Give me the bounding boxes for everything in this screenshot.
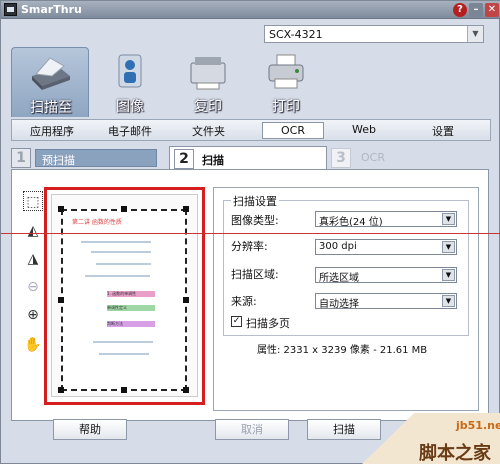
chevron-down-icon[interactable]: ▼ [442, 269, 455, 281]
rotate-left-icon[interactable]: ◭ [23, 221, 43, 241]
step-label: OCR [361, 151, 385, 164]
image-type-select[interactable]: 真彩色(24 位) ▼ [315, 211, 457, 228]
tab-folder[interactable]: 文件夹 [192, 123, 225, 139]
step-prescan[interactable]: 1 预扫描 [11, 146, 163, 170]
step-label: 预扫描 [35, 149, 157, 167]
mode-scan-to[interactable]: 扫描至 [11, 47, 89, 117]
hand-pan-icon[interactable]: ✋ [23, 335, 43, 355]
mode-label: 图像 [116, 99, 144, 115]
image-type-label: 图像类型: [231, 214, 279, 227]
multipage-label: 扫描多页 [246, 317, 290, 330]
chevron-down-icon[interactable]: ▼ [442, 295, 455, 307]
cancel-button: 取消 [215, 419, 289, 440]
zoom-in-icon[interactable]: ⊕ [23, 305, 43, 325]
chevron-down-icon[interactable]: ▼ [442, 213, 455, 225]
scan-button[interactable]: 扫描 [307, 419, 381, 440]
watermark-site: jb51.net [456, 419, 500, 432]
resolution-label: 分辨率: [231, 240, 268, 253]
tab-email[interactable]: 电子邮件 [108, 123, 152, 139]
step-scan[interactable]: 2 扫描 [169, 146, 327, 170]
title-bar: SmarThru ? – ✕ [1, 1, 500, 19]
red-guide-line [1, 233, 500, 234]
step-number: 3 [331, 148, 351, 168]
printer-icon [268, 54, 304, 89]
source-value: 自动选择 [319, 299, 359, 310]
step-number: 1 [11, 148, 31, 168]
scan-area-label: 扫描区域: [231, 268, 279, 281]
smarthru-window: SmarThru ? – ✕ SCX-4321 ▼ 扫描至 图像 复印 打印 应… [0, 0, 500, 464]
close-button[interactable]: ✕ [485, 3, 499, 17]
copier-icon [190, 57, 226, 90]
tab-ocr[interactable]: OCR [262, 122, 324, 139]
watermark-name: 脚本之家 [419, 443, 491, 464]
source-label: 来源: [231, 295, 257, 308]
mode-copy[interactable]: 复印 [169, 47, 247, 117]
help-icon[interactable]: ? [453, 3, 467, 17]
scan-area-value: 所选区域 [319, 273, 359, 284]
source-select[interactable]: 自动选择 ▼ [315, 293, 457, 310]
zoom-out-icon[interactable]: ⊖ [23, 277, 43, 297]
tab-settings[interactable]: 设置 [432, 123, 454, 139]
image-properties: 属性: 2331 x 3239 像素 - 21.61 MB [257, 345, 428, 356]
sub-tab-bar: 应用程序 电子邮件 文件夹 OCR Web 设置 [11, 119, 491, 141]
resolution-select[interactable]: 300 dpi ▼ [315, 239, 457, 255]
step-number: 2 [174, 149, 194, 169]
preview-toolbar: ⬚ ◭ ◮ ⊖ ⊕ ✋ [23, 191, 45, 371]
chevron-down-icon[interactable]: ▼ [442, 241, 455, 253]
scan-area-select[interactable]: 所选区域 ▼ [315, 267, 457, 284]
rotate-right-icon[interactable]: ◮ [23, 249, 43, 269]
help-button[interactable]: 帮助 [53, 419, 127, 440]
scanner-icon [32, 57, 70, 90]
mode-label: 扫描至 [30, 100, 72, 116]
model-select[interactable]: SCX-4321 ▼ [264, 25, 484, 43]
step-ocr: 3 OCR [331, 146, 411, 170]
multipage-checkbox[interactable]: ✓ [231, 316, 242, 327]
minimize-button[interactable]: – [469, 3, 483, 17]
model-select-value: SCX-4321 [269, 28, 323, 41]
mode-print[interactable]: 打印 [247, 47, 325, 117]
tab-web[interactable]: Web [352, 123, 376, 136]
image-type-value: 真彩色(24 位) [319, 217, 383, 228]
mode-image[interactable]: 图像 [91, 47, 169, 117]
select-area-icon[interactable]: ⬚ [23, 191, 43, 211]
preview-highlight-frame [44, 187, 205, 405]
tab-applications[interactable]: 应用程序 [30, 123, 74, 139]
chevron-down-icon[interactable]: ▼ [467, 26, 483, 42]
mode-label: 打印 [272, 99, 300, 115]
resolution-value: 300 dpi [319, 241, 357, 252]
window-title: SmarThru [21, 3, 82, 16]
image-icon [118, 54, 142, 88]
mode-bar: 扫描至 图像 复印 打印 [11, 47, 491, 117]
step-label: 扫描 [202, 154, 224, 167]
mode-label: 复印 [194, 99, 222, 115]
scan-settings-legend: 扫描设置 [231, 193, 279, 209]
app-icon [4, 3, 17, 16]
